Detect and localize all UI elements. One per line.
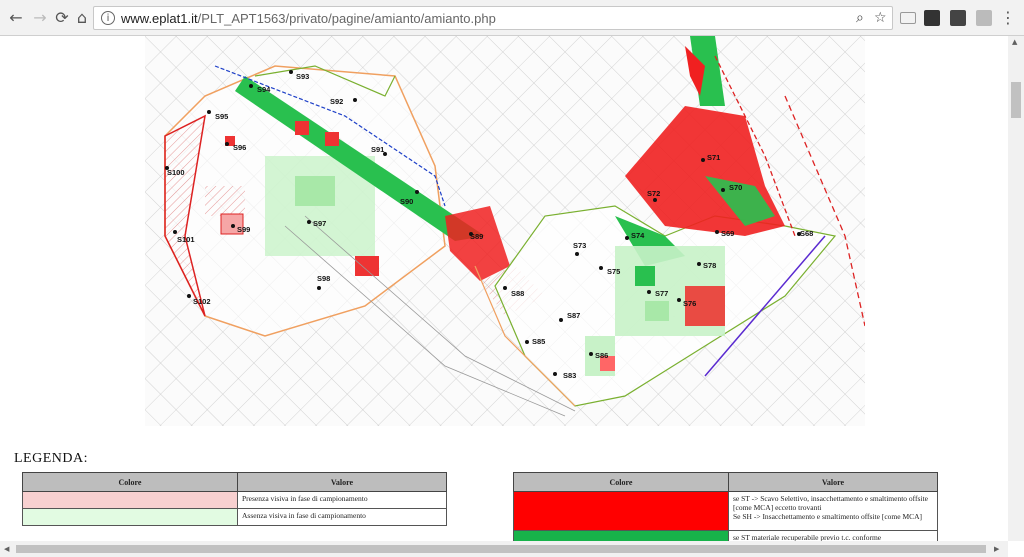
reload-icon[interactable]: ⟳ — [52, 8, 72, 28]
color-swatch-presence — [22, 491, 238, 509]
legend-table-sampling: Colore Valore Presenza visiva in fase di… — [22, 472, 447, 526]
vertical-scrollbar[interactable]: ▲ — [1008, 36, 1024, 541]
url-text[interactable]: www.eplat1.it/PLT_APT1563/privato/pagine… — [121, 11, 496, 26]
svg-text:S68: S68 — [800, 229, 813, 238]
svg-text:S87: S87 — [567, 311, 580, 320]
table-row: Assenza visiva in fase di campionamento — [22, 508, 447, 526]
svg-text:S93: S93 — [296, 72, 309, 81]
svg-text:S102: S102 — [193, 297, 211, 306]
url-path: /PLT_APT1563/privato/pagine/amianto/amia… — [197, 11, 496, 26]
home-icon[interactable]: ⌂ — [72, 8, 92, 28]
legend-title: LEGENDA: — [14, 451, 88, 466]
scroll-right-arrow-icon[interactable]: ▶ — [994, 545, 999, 553]
svg-text:S73: S73 — [573, 241, 586, 250]
table-row: Presenza visiva in fase di campionamento — [22, 491, 447, 509]
color-swatch-green — [513, 530, 729, 541]
bookmark-star-icon[interactable]: ☆ — [874, 10, 887, 26]
horizontal-scrollbar[interactable]: ◀ ▶ — [0, 541, 1008, 557]
svg-text:S99: S99 — [237, 225, 250, 234]
svg-text:S77: S77 — [655, 289, 668, 298]
page-content: S93 S94 S92 S95 S96 S91 S100 S90 S97 S99… — [0, 36, 1008, 541]
svg-text:S83: S83 — [563, 371, 576, 380]
mail-extension-icon[interactable] — [900, 12, 916, 24]
menu-kebab-icon[interactable]: ⋮ — [998, 8, 1018, 28]
column-header-value: Valore — [728, 472, 938, 492]
extension-icon[interactable] — [924, 10, 940, 26]
svg-text:S70: S70 — [729, 183, 742, 192]
legend-value-text: se ST materiale recuperabile previo t.c.… — [728, 530, 938, 541]
sample-marker: S100 — [165, 166, 185, 177]
table-header-row: Colore Valore — [513, 472, 938, 492]
asbestos-site-map: S93 S94 S92 S95 S96 S91 S100 S90 S97 S99… — [145, 36, 865, 426]
svg-text:S85: S85 — [532, 337, 545, 346]
sample-marker: S68 — [797, 229, 813, 238]
color-swatch-absence — [22, 508, 238, 526]
forward-arrow-icon[interactable]: → — [30, 8, 50, 28]
address-bar[interactable]: i www.eplat1.it/PLT_APT1563/privato/pagi… — [93, 6, 893, 30]
column-header-value: Valore — [237, 472, 447, 492]
svg-text:S86: S86 — [595, 351, 608, 360]
svg-text:S90: S90 — [400, 197, 413, 206]
reader-extension-icon[interactable] — [950, 10, 966, 26]
svg-text:S92: S92 — [330, 97, 343, 106]
legend-table-actions: Colore Valore se ST -> Scavo Selettivo, … — [513, 472, 938, 541]
svg-text:S74: S74 — [631, 231, 645, 240]
info-icon[interactable]: i — [101, 11, 115, 25]
svg-text:S71: S71 — [707, 153, 720, 162]
svg-text:S75: S75 — [607, 267, 620, 276]
svg-text:S89: S89 — [470, 232, 483, 241]
url-host: www.eplat1.it — [121, 11, 198, 26]
legend-value-line: [come MCA] eccetto trovanti — [733, 503, 822, 512]
table-row: se ST -> Scavo Selettivo, insacchettamen… — [513, 491, 938, 531]
svg-text:S98: S98 — [317, 274, 330, 283]
vertical-scroll-thumb[interactable] — [1011, 82, 1021, 118]
scroll-up-arrow-icon[interactable]: ▲ — [1012, 38, 1017, 46]
svg-text:S69: S69 — [721, 229, 734, 238]
back-arrow-icon[interactable]: ← — [6, 8, 26, 28]
svg-text:S100: S100 — [167, 168, 185, 177]
svg-text:S91: S91 — [371, 145, 384, 154]
browser-toolbar: ← → ⟳ ⌂ i www.eplat1.it/PLT_APT1563/priv… — [0, 0, 1024, 36]
svg-text:S101: S101 — [177, 235, 195, 244]
sample-marker: S89 — [469, 232, 483, 241]
svg-text:S78: S78 — [703, 261, 716, 270]
column-header-color: Colore — [513, 472, 729, 492]
legend-value-cell: se ST -> Scavo Selettivo, insacchettamen… — [728, 491, 938, 531]
zoom-icon[interactable]: ⌕ — [856, 10, 864, 26]
svg-text:S94: S94 — [257, 85, 271, 94]
camera-extension-icon[interactable] — [976, 10, 992, 26]
scroll-left-arrow-icon[interactable]: ◀ — [4, 545, 9, 553]
svg-text:S97: S97 — [313, 219, 326, 228]
table-row: se ST materiale recuperabile previo t.c.… — [513, 530, 938, 541]
legend-value-text: Assenza visiva in fase di campionamento — [237, 508, 447, 526]
svg-text:S76: S76 — [683, 299, 696, 308]
column-header-color: Colore — [22, 472, 238, 492]
legend-value-line: se ST -> Scavo Selettivo, insacchettamen… — [733, 494, 928, 503]
svg-text:S95: S95 — [215, 112, 228, 121]
svg-text:S72: S72 — [647, 189, 660, 198]
table-header-row: Colore Valore — [22, 472, 447, 492]
legend-value-line: Se SH -> Insacchettamento e smaltimento … — [733, 512, 923, 521]
svg-text:S88: S88 — [511, 289, 524, 298]
color-swatch-red — [513, 491, 729, 531]
legend-value-text: Presenza visiva in fase di campionamento — [237, 491, 447, 509]
svg-text:S96: S96 — [233, 143, 246, 152]
horizontal-scroll-thumb[interactable] — [16, 545, 986, 553]
